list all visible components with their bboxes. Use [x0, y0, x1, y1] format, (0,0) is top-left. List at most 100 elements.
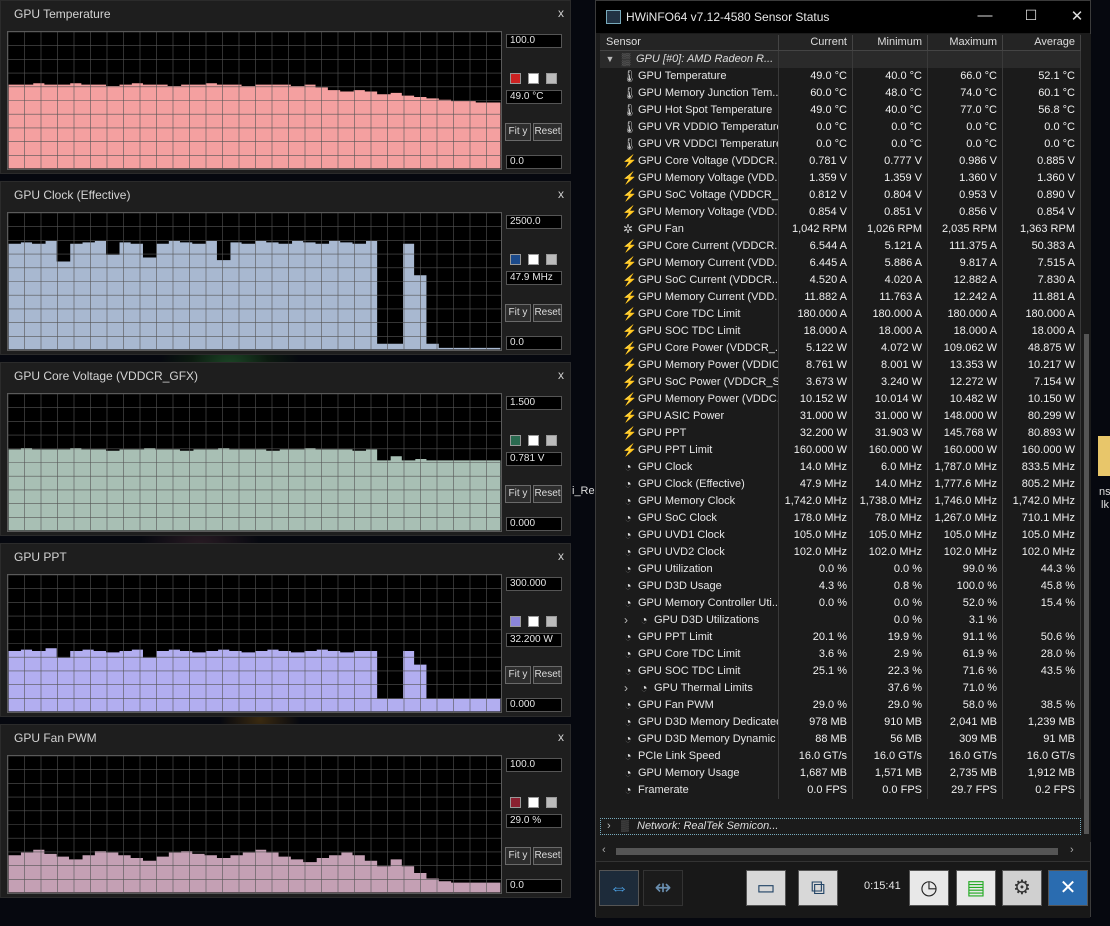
table-row[interactable]: ◔ GPU Memory Controller Uti... 0.0 % 0.0 % 5…: [600, 595, 1081, 612]
table-row[interactable]: 🌡 GPU Memory Junction Tem... 60.0 °C 48.0 °…: [600, 85, 1081, 102]
table-row[interactable]: ◔ GPU D3D Usage 4.3 % 0.8 % 100.0 % 45.8 %: [600, 578, 1081, 595]
graph-color-swatch[interactable]: [510, 616, 521, 627]
graph-close-button[interactable]: x: [558, 6, 564, 20]
logging-button[interactable]: ▤: [956, 870, 996, 906]
table-row[interactable]: ◔ GPU Core TDC Limit 3.6 % 2.9 % 61.9 % 28.0 …: [600, 646, 1081, 663]
table-row[interactable]: ◔ PCIe Link Speed 16.0 GT/s 16.0 GT/s 16.0 G…: [600, 748, 1081, 765]
table-row[interactable]: ⚡ GPU Core Voltage (VDDCR... 0.781 V 0.777 …: [600, 153, 1081, 170]
chevron-down-icon[interactable]: ▼: [604, 53, 616, 66]
table-row[interactable]: ◔ GPU SoC Clock 178.0 MHz 78.0 MHz 1,267.0 M…: [600, 510, 1081, 527]
scrollbar-thumb[interactable]: [1084, 334, 1089, 834]
table-row[interactable]: ⚡ GPU PPT 32.200 W 31.903 W 145.768 W 80.893 …: [600, 425, 1081, 442]
table-row[interactable]: ⚡ GPU SOC TDC Limit 18.000 A 18.000 A 18.000…: [600, 323, 1081, 340]
table-row[interactable]: › ◔ GPU D3D Utilizations 0.0 % 3.1 %: [600, 612, 1081, 629]
table-row[interactable]: › ◔ GPU Thermal Limits 37.6 % 71.0 %: [600, 680, 1081, 697]
chevron-right-icon[interactable]: ›: [620, 614, 632, 627]
table-row[interactable]: 🌡 GPU VR VDDCI Temperature 0.0 °C 0.0 °C 0.0…: [600, 136, 1081, 153]
scroll-right-icon[interactable]: ›: [1070, 844, 1074, 856]
table-row[interactable]: ⚡ GPU Memory Voltage (VDD... 0.854 V 0.851 …: [600, 204, 1081, 221]
column-header-sensor[interactable]: Sensor: [600, 35, 779, 50]
graph-color-swatch[interactable]: [528, 73, 539, 84]
table-row[interactable]: ⚡ GPU ASIC Power 31.000 W 31.000 W 148.000 W…: [600, 408, 1081, 425]
table-row[interactable]: ◔ GPU PPT Limit 20.1 % 19.9 % 91.1 % 50.6 %: [600, 629, 1081, 646]
table-row[interactable]: ⚡ GPU Core Power (VDDCR_... 5.122 W 4.072 W…: [600, 340, 1081, 357]
table-row[interactable]: 🌡 GPU Temperature 49.0 °C 40.0 °C 66.0 °C 52.…: [600, 68, 1081, 85]
graph-close-button[interactable]: x: [558, 187, 564, 201]
fit-y-button[interactable]: Fit y: [505, 485, 531, 503]
network-group-row[interactable]: › ▒ Network: RealTek Semicon...: [600, 818, 1081, 835]
table-row[interactable]: ◔ GPU D3D Memory Dynamic 88 MB 56 MB 309 MB 9…: [600, 731, 1081, 748]
table-row[interactable]: ⚡ GPU Memory Power (VDDC... 10.152 W 10.014…: [600, 391, 1081, 408]
fit-y-button[interactable]: Fit y: [505, 123, 531, 141]
graph-color-swatch[interactable]: [546, 616, 557, 627]
fit-y-button[interactable]: Fit y: [505, 304, 531, 322]
close-window-button[interactable]: ✕: [1062, 7, 1092, 25]
column-header-average[interactable]: Average: [1003, 35, 1081, 50]
table-row[interactable]: ◔ Framerate 0.0 FPS 0.0 FPS 29.7 FPS 0.2 FPS: [600, 782, 1081, 799]
graph-color-swatch[interactable]: [528, 435, 539, 446]
table-row[interactable]: ⚡ GPU Core Current (VDDCR... 6.544 A 5.121 …: [600, 238, 1081, 255]
vertical-scrollbar[interactable]: [1081, 34, 1091, 842]
collapse-all-button[interactable]: ⇹: [643, 870, 683, 906]
table-row[interactable]: ◔ GPU UVD2 Clock 102.0 MHz 102.0 MHz 102.0 M…: [600, 544, 1081, 561]
table-row[interactable]: ◔ GPU SOC TDC Limit 25.1 % 22.3 % 71.6 % 43.5…: [600, 663, 1081, 680]
table-row[interactable]: ⚡ GPU Memory Current (VDD... 11.882 A 11.76…: [600, 289, 1081, 306]
scrollbar-thumb[interactable]: [616, 848, 1058, 855]
exit-button[interactable]: ✕: [1048, 870, 1088, 906]
sensor-group-row[interactable]: ▼ ▒ GPU [#0]: AMD Radeon R...: [600, 51, 1081, 68]
reset-button[interactable]: Reset: [533, 123, 562, 141]
chevron-right-icon[interactable]: ›: [607, 819, 611, 834]
column-header-maximum[interactable]: Maximum: [928, 35, 1003, 50]
graph-color-swatch[interactable]: [510, 73, 521, 84]
table-row[interactable]: ✲ GPU Fan 1,042 RPM 1,026 RPM 2,035 RPM 1,363…: [600, 221, 1081, 238]
desktop-folder-icon[interactable]: [1098, 436, 1110, 476]
graph-close-button[interactable]: x: [558, 368, 564, 382]
graph-color-swatch[interactable]: [546, 435, 557, 446]
graph-color-swatch[interactable]: [546, 73, 557, 84]
table-row[interactable]: ⚡ GPU SoC Power (VDDCR_S... 3.673 W 3.240 W…: [600, 374, 1081, 391]
graph-close-button[interactable]: x: [558, 730, 564, 744]
table-row[interactable]: ◔ GPU Clock (Effective) 47.9 MHz 14.0 MHz 1,…: [600, 476, 1081, 493]
fit-y-button[interactable]: Fit y: [505, 666, 531, 684]
table-row[interactable]: 🌡 GPU VR VDDIO Temperature 0.0 °C 0.0 °C 0.0…: [600, 119, 1081, 136]
graph-color-swatch[interactable]: [528, 254, 539, 265]
scroll-left-icon[interactable]: ‹: [602, 844, 606, 856]
table-row[interactable]: ◔ GPU Memory Usage 1,687 MB 1,571 MB 2,735 M…: [600, 765, 1081, 782]
table-row[interactable]: ◔ GPU Utilization 0.0 % 0.0 % 99.0 % 44.3 %: [600, 561, 1081, 578]
graph-color-swatch[interactable]: [510, 797, 521, 808]
chevron-right-icon[interactable]: ›: [620, 682, 632, 695]
minimize-button[interactable]: —: [970, 7, 1000, 24]
network-button[interactable]: ⧉: [798, 870, 838, 906]
column-header-current[interactable]: Current: [779, 35, 853, 50]
graph-color-swatch[interactable]: [510, 254, 521, 265]
graph-color-swatch[interactable]: [546, 254, 557, 265]
column-header-minimum[interactable]: Minimum: [853, 35, 928, 50]
table-row[interactable]: ◔ GPU Memory Clock 1,742.0 MHz 1,738.0 MHz 1…: [600, 493, 1081, 510]
reset-button[interactable]: Reset: [533, 485, 562, 503]
table-row[interactable]: ◔ GPU Fan PWM 29.0 % 29.0 % 58.0 % 38.5 %: [600, 697, 1081, 714]
table-row[interactable]: ◔ GPU Clock 14.0 MHz 6.0 MHz 1,787.0 MHz 833.…: [600, 459, 1081, 476]
table-row[interactable]: ⚡ GPU Core TDC Limit 180.000 A 180.000 A 180…: [600, 306, 1081, 323]
graph-color-swatch[interactable]: [510, 435, 521, 446]
reset-button[interactable]: Reset: [533, 847, 562, 865]
reset-timer-button[interactable]: ◷: [909, 870, 949, 906]
table-row[interactable]: ◔ GPU D3D Memory Dedicated 978 MB 910 MB 2,0…: [600, 714, 1081, 731]
graph-color-swatch[interactable]: [546, 797, 557, 808]
reset-button[interactable]: Reset: [533, 666, 562, 684]
title-bar[interactable]: HWiNFO64 v7.12-4580 Sensor Status — ☐ ✕: [596, 1, 1090, 33]
monitor-button[interactable]: ▭: [746, 870, 786, 906]
expand-all-button[interactable]: ⇔: [599, 870, 639, 906]
table-row[interactable]: ⚡ GPU Memory Power (VDDIO) 8.761 W 8.001 W1…: [600, 357, 1081, 374]
settings-button[interactable]: ⚙: [1002, 870, 1042, 906]
table-row[interactable]: ⚡ GPU Memory Voltage (VDD... 1.359 V 1.359 …: [600, 170, 1081, 187]
table-row[interactable]: ⚡ GPU SoC Voltage (VDDCR_... 0.812 V 0.804 …: [600, 187, 1081, 204]
table-row[interactable]: 🌡 GPU Hot Spot Temperature 49.0 °C 40.0 °C 7…: [600, 102, 1081, 119]
fit-y-button[interactable]: Fit y: [505, 847, 531, 865]
reset-button[interactable]: Reset: [533, 304, 562, 322]
graph-color-swatch[interactable]: [528, 616, 539, 627]
maximize-button[interactable]: ☐: [1016, 7, 1046, 24]
table-row[interactable]: ⚡ GPU PPT Limit 160.000 W 160.000 W 160.000 …: [600, 442, 1081, 459]
graph-color-swatch[interactable]: [528, 797, 539, 808]
table-row[interactable]: ◔ GPU UVD1 Clock 105.0 MHz 105.0 MHz 105.0 M…: [600, 527, 1081, 544]
table-row[interactable]: ⚡ GPU Memory Current (VDD... 6.445 A 5.886 …: [600, 255, 1081, 272]
